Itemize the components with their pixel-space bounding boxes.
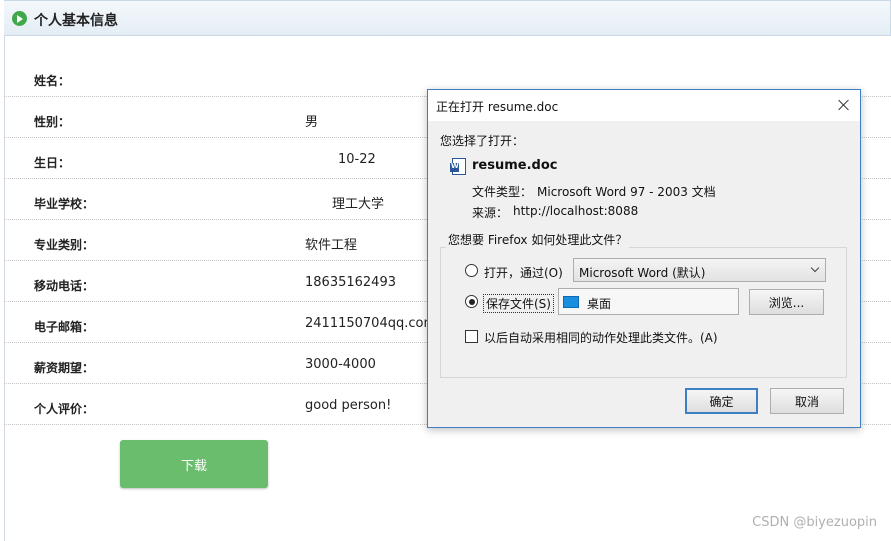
close-icon[interactable]	[834, 95, 854, 115]
phone-label: 移动电话：	[34, 279, 95, 293]
file-type-value: Microsoft Word 97 - 2003 文档	[537, 185, 716, 199]
save-location-field[interactable]: 桌面	[558, 288, 739, 315]
email-value: 2411150704qq.com	[305, 316, 437, 331]
dialog-title: 正在打开 resume.doc	[436, 100, 559, 114]
ok-button[interactable]: 确定	[685, 388, 758, 414]
birthday-label: 生日：	[34, 156, 71, 170]
email-label: 电子邮箱：	[34, 320, 95, 334]
major-value: 软件工程	[305, 238, 358, 253]
evaluation-label: 个人评价：	[34, 402, 95, 416]
cancel-button[interactable]: 取消	[770, 388, 844, 414]
open-with-app-value: Microsoft Word (默认)	[579, 266, 706, 280]
major-label: 专业类别：	[34, 238, 95, 252]
gender-value: 男	[305, 115, 319, 130]
auto-action-label[interactable]: 以后自动采用相同的动作处理此类文件。(A)	[484, 329, 718, 346]
save-location-value: 桌面	[587, 297, 612, 311]
file-open-dialog: 正在打开 resume.doc 您选择了打开： resume.doc 文件类型：…	[427, 89, 861, 428]
chevron-down-icon	[810, 263, 820, 273]
auto-action-checkbox[interactable]	[465, 330, 478, 343]
download-button[interactable]: 下载	[120, 440, 268, 488]
birthday-value: 10-22	[338, 152, 376, 167]
browse-button[interactable]: 浏览...	[749, 289, 824, 315]
open-with-label[interactable]: 打开，通过(O)	[484, 264, 563, 281]
dialog-titlebar: 正在打开 resume.doc	[428, 90, 860, 121]
play-circle-icon	[12, 11, 27, 26]
phone-value: 18635162493	[305, 275, 396, 290]
source-value: http://localhost:8088	[513, 204, 639, 218]
page-header: 个人基本信息	[4, 0, 891, 36]
page-title: 个人基本信息	[34, 13, 118, 29]
save-file-label[interactable]: 保存文件(S)	[483, 294, 554, 313]
school-label: 毕业学校：	[34, 197, 95, 211]
handling-question: 您想要 Firefox 如何处理此文件？	[446, 231, 630, 248]
source-label: 来源：	[472, 206, 509, 220]
file-type-label: 文件类型：	[472, 185, 533, 199]
word-document-icon	[450, 158, 466, 175]
school-value: 理工大学	[332, 197, 385, 212]
file-name: resume.doc	[472, 158, 558, 173]
salary-label: 薪资期望：	[34, 361, 95, 375]
salary-value: 3000-4000	[305, 357, 376, 372]
evaluation-value: good person!	[305, 398, 392, 413]
desktop-icon	[563, 296, 579, 308]
name-label: 姓名：	[34, 74, 71, 88]
chosen-text: 您选择了打开：	[440, 134, 525, 148]
save-file-radio[interactable]	[465, 295, 478, 308]
open-with-radio[interactable]	[465, 264, 478, 277]
open-with-app-select[interactable]: Microsoft Word (默认)	[573, 258, 826, 282]
watermark: CSDN @biyezuopin	[752, 515, 877, 530]
gender-label: 性别：	[34, 115, 71, 129]
